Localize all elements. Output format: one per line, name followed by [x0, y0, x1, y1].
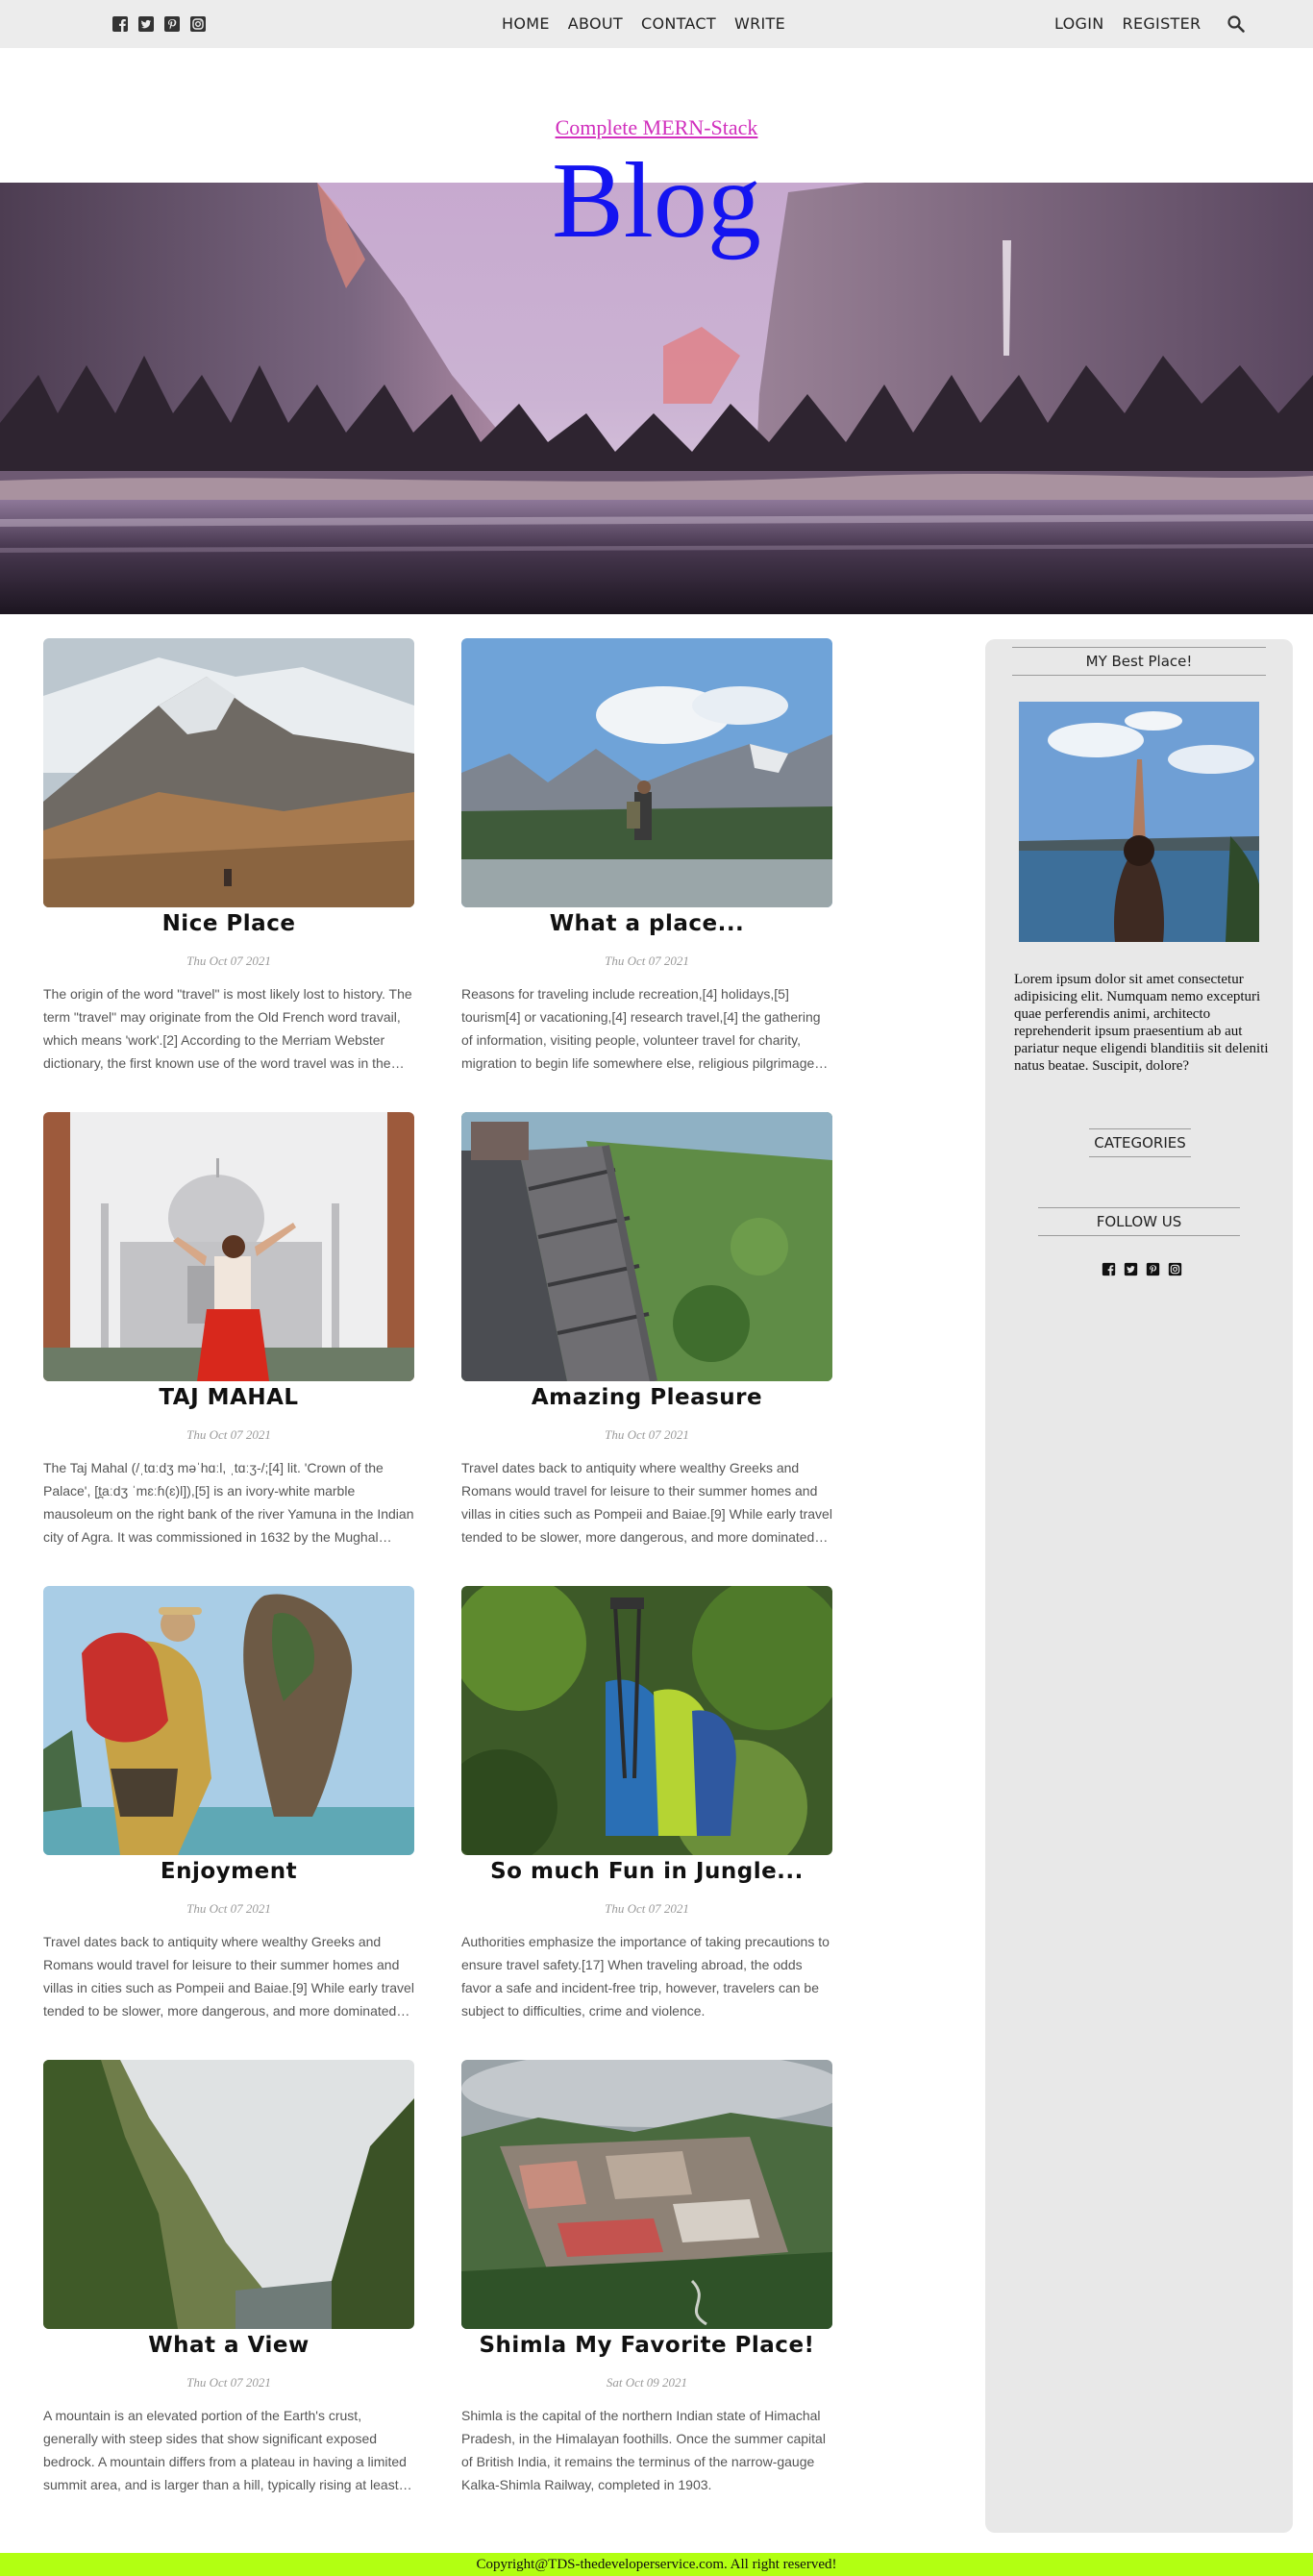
instagram-square-icon[interactable] — [189, 15, 207, 33]
post-date: Thu Oct 07 2021 — [186, 1901, 271, 1916]
post-description: A mountain is an elevated portion of the… — [43, 2408, 407, 2492]
post-card[interactable]: What a View Thu Oct 07 2021 A mountain i… — [43, 2060, 414, 2496]
footer: Copyright@TDS-thedeveloperservice.com. A… — [0, 2553, 1313, 2576]
post-card[interactable]: So much Fun in Jungle... Thu Oct 07 2021… — [461, 1586, 832, 2022]
facebook-square-icon[interactable] — [1102, 1262, 1116, 1276]
pinterest-square-icon[interactable] — [163, 15, 181, 33]
post-title[interactable]: So much Fun in Jungle... — [461, 1859, 832, 1884]
post-image[interactable] — [43, 1112, 414, 1381]
post-card[interactable]: Amazing Pleasure Thu Oct 07 2021 Travel … — [461, 1112, 832, 1548]
post-date: Thu Oct 07 2021 — [186, 954, 271, 968]
post-title[interactable]: TAJ MAHAL — [43, 1385, 414, 1410]
footer-copyright: Copyright@TDS-thedeveloperservice.com. A… — [476, 2557, 837, 2572]
post-date: Thu Oct 07 2021 — [605, 1901, 689, 1916]
header-subtitle[interactable]: Complete MERN-Stack — [0, 115, 1313, 140]
instagram-square-icon[interactable] — [1168, 1262, 1182, 1276]
post-card[interactable]: Shimla My Favorite Place! Sat Oct 09 202… — [461, 2060, 832, 2496]
facebook-square-icon[interactable] — [111, 15, 129, 33]
post-card[interactable]: Enjoyment Thu Oct 07 2021 Travel dates b… — [43, 1586, 414, 2022]
post-title[interactable]: What a View — [43, 2333, 414, 2358]
sidebar: MY Best Place! Lorem ipsum dolor sit ame… — [985, 639, 1293, 2533]
nav-about[interactable]: ABOUT — [568, 14, 623, 34]
sidebar-categories-title: CATEGORIES — [1089, 1128, 1191, 1157]
post-date: Thu Oct 07 2021 — [186, 1427, 271, 1442]
sidebar-social-icons — [1102, 1262, 1182, 1276]
post-image[interactable] — [43, 638, 414, 907]
nav-register[interactable]: REGISTER — [1123, 14, 1202, 34]
post-title[interactable]: Shimla My Favorite Place! — [461, 2333, 832, 2358]
post-description: Travel dates back to antiquity where wea… — [43, 1934, 414, 2019]
nav-contact[interactable]: CONTACT — [641, 14, 716, 34]
post-card[interactable]: TAJ MAHAL Thu Oct 07 2021 The Taj Mahal … — [43, 1112, 414, 1548]
post-image[interactable] — [461, 638, 832, 907]
sidebar-image — [1019, 702, 1259, 942]
top-bar: HOME ABOUT CONTACT WRITE LOGIN REGISTER — [0, 0, 1313, 48]
main-nav: HOME ABOUT CONTACT WRITE — [502, 14, 804, 34]
post-card[interactable]: Nice Place Thu Oct 07 2021 The origin of… — [43, 638, 414, 1075]
post-date: Thu Oct 07 2021 — [605, 954, 689, 968]
nav-home[interactable]: HOME — [502, 14, 550, 34]
post-date: Sat Oct 09 2021 — [606, 2375, 688, 2390]
post-card[interactable]: What a place... Thu Oct 07 2021 Reasons … — [461, 638, 832, 1075]
post-title[interactable]: Nice Place — [43, 911, 414, 936]
post-image[interactable] — [43, 1586, 414, 1855]
post-description: Reasons for traveling include recreation… — [461, 986, 822, 1071]
post-title[interactable]: What a place... — [461, 911, 832, 936]
top-social-icons — [111, 15, 207, 33]
twitter-square-icon[interactable] — [1124, 1262, 1138, 1276]
auth-nav: LOGIN REGISTER — [1054, 14, 1246, 34]
post-description: The Taj Mahal (/ˌtɑːdʒ məˈhɑːl, ˌtɑːʒ-/;… — [43, 1460, 414, 1545]
nav-login[interactable]: LOGIN — [1054, 14, 1104, 34]
post-image[interactable] — [461, 2060, 832, 2329]
post-date: Thu Oct 07 2021 — [186, 2375, 271, 2390]
search-icon[interactable] — [1226, 14, 1246, 34]
sidebar-follow-title: FOLLOW US — [1038, 1207, 1240, 1236]
post-image[interactable] — [43, 2060, 414, 2329]
twitter-square-icon[interactable] — [137, 15, 155, 33]
header-title: Blog — [552, 141, 761, 260]
sidebar-best-place-title: MY Best Place! — [1012, 647, 1266, 676]
pinterest-square-icon[interactable] — [1146, 1262, 1160, 1276]
nav-write[interactable]: WRITE — [734, 14, 785, 34]
post-description: The origin of the word "travel" is most … — [43, 986, 412, 1071]
sidebar-about-text: Lorem ipsum dolor sit amet consectetur a… — [1014, 972, 1269, 1074]
post-date: Thu Oct 07 2021 — [605, 1427, 689, 1442]
post-title[interactable]: Enjoyment — [43, 1859, 414, 1884]
post-image[interactable] — [461, 1586, 832, 1855]
post-description: Authorities emphasize the importance of … — [461, 1934, 830, 2019]
post-description: Shimla is the capital of the northern In… — [461, 2408, 826, 2492]
post-image[interactable] — [461, 1112, 832, 1381]
post-title[interactable]: Amazing Pleasure — [461, 1385, 832, 1410]
post-description: Travel dates back to antiquity where wea… — [461, 1460, 832, 1545]
